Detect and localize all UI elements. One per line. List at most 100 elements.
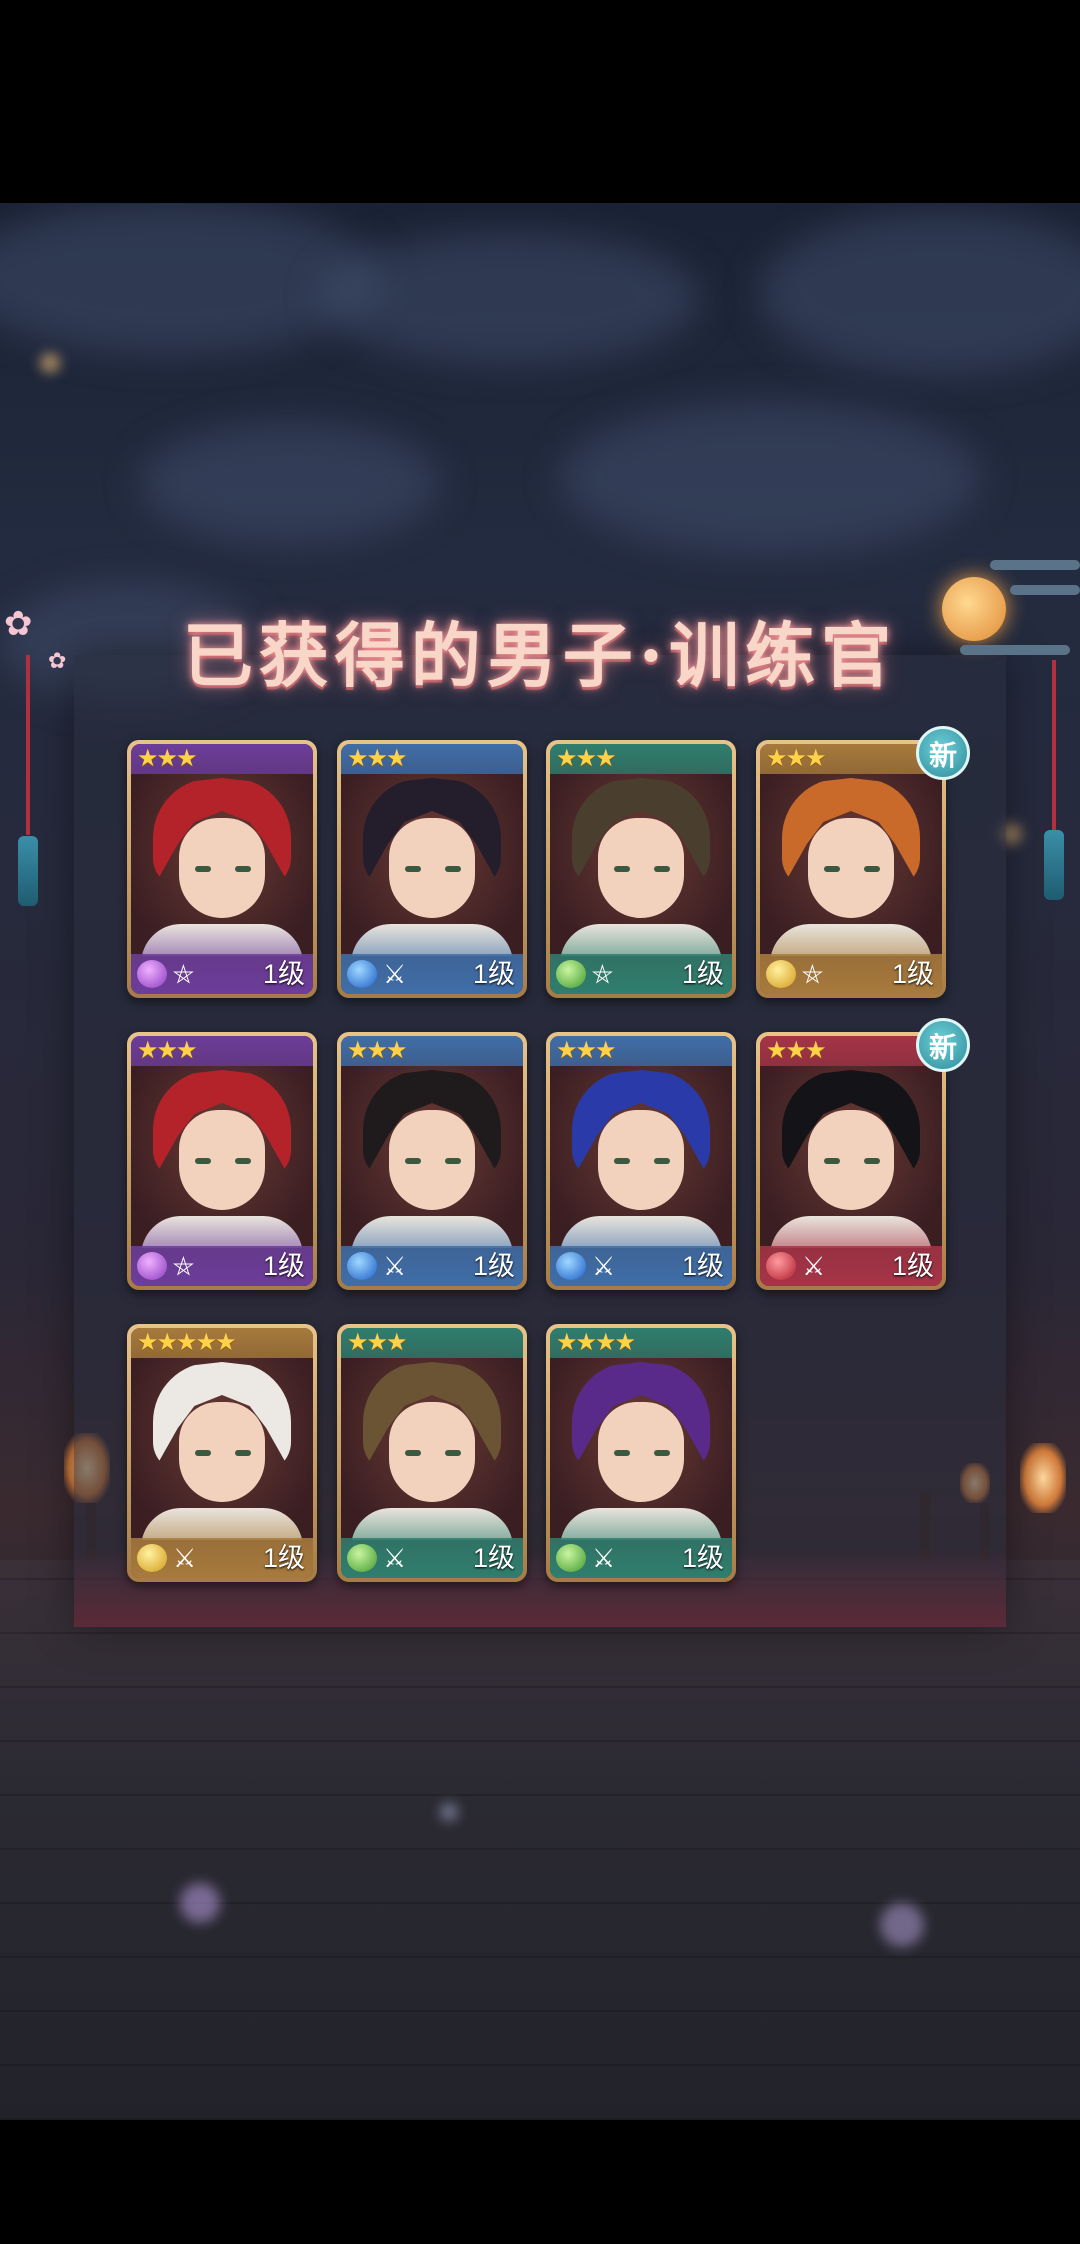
character-card[interactable]: ★★★ ⛤ 1级 [546, 740, 736, 998]
cloud-ornament [990, 560, 1080, 570]
blue-water-icon [347, 1252, 377, 1280]
gold-earth-icon [766, 960, 796, 988]
rarity-stars: ★★★ [347, 1329, 408, 1356]
card-frame: ★★★ ⛤ 1级 [760, 744, 942, 994]
rarity-stars: ★★★ [347, 745, 408, 772]
red-fire-icon [766, 1252, 796, 1280]
card-info-bar: ⚔ 1级 [760, 1246, 942, 1286]
pentagram-icon: ⛤ [173, 959, 194, 989]
cherry-blossom-icon: ✿ [48, 648, 67, 673]
character-portrait [550, 1066, 732, 1248]
level-label: 1级 [472, 1251, 515, 1281]
level-label: 1级 [472, 959, 515, 989]
level-label: 1级 [262, 1543, 305, 1573]
tassel-ornament-right [1044, 830, 1064, 900]
character-card[interactable]: ★★★ ⚔ 1级 [337, 1032, 527, 1290]
card-info-bar: ⛤ 1级 [131, 954, 313, 994]
rarity-stars: ★★★★★ [137, 1329, 237, 1356]
rarity-stars: ★★★ [556, 1037, 617, 1064]
tassel-right [1052, 660, 1056, 830]
character-portrait [131, 1066, 313, 1248]
character-card[interactable]: ★★★★★ ⚔ 1级 [127, 1324, 317, 1582]
card-frame: ★★★★★ ⚔ 1级 [131, 1328, 313, 1578]
cloud-ornament [1010, 585, 1080, 595]
green-leaf-icon [556, 960, 586, 988]
crossed-swords-icon: ⚔ [592, 1251, 616, 1281]
crossed-swords-icon: ⚔ [383, 1543, 407, 1573]
character-portrait [550, 1358, 732, 1540]
level-label: 1级 [681, 1543, 724, 1573]
crossed-swords-icon: ⚔ [383, 959, 407, 989]
rarity-bar: ★★★ [550, 1036, 732, 1066]
character-card[interactable]: ★★★★ ⚔ 1级 [546, 1324, 736, 1582]
tassel-left [26, 655, 30, 835]
rarity-stars: ★★★ [137, 745, 198, 772]
purple-crystal-icon [137, 1252, 167, 1280]
card-info-bar: ⚔ 1级 [341, 1246, 523, 1286]
moon-icon [942, 577, 1006, 641]
card-frame: ★★★ ⚔ 1级 [341, 1328, 523, 1578]
character-card[interactable]: ★★★ ⚔ 1级 [337, 1324, 527, 1582]
rarity-bar: ★★★ [760, 744, 942, 774]
character-card[interactable]: ★★★ ⛤ 1级 [127, 1032, 317, 1290]
level-label: 1级 [681, 959, 724, 989]
crossed-swords-icon: ⚔ [802, 1251, 826, 1281]
card-info-bar: ⛤ 1级 [760, 954, 942, 994]
character-card[interactable]: ★★★ ⛤ 1级 [127, 740, 317, 998]
rarity-stars: ★★★★ [556, 1329, 636, 1356]
page-title: 已获得的男子·训练官 [182, 614, 898, 697]
card-info-bar: ⚔ 1级 [550, 1538, 732, 1578]
crossed-swords-icon: ⚔ [173, 1543, 197, 1573]
rarity-stars: ★★★ [137, 1037, 198, 1064]
character-portrait [760, 774, 942, 956]
card-frame: ★★★ ⚔ 1级 [760, 1036, 942, 1286]
character-card[interactable]: ★★★ ⚔ 1级 [337, 740, 527, 998]
rarity-bar: ★★★ [760, 1036, 942, 1066]
new-badge: 新 [916, 1018, 970, 1072]
green-leaf-icon [556, 1544, 586, 1572]
character-portrait [131, 774, 313, 956]
card-frame: ★★★ ⛤ 1级 [550, 744, 732, 994]
card-info-bar: ⚔ 1级 [131, 1538, 313, 1578]
card-frame: ★★★ ⛤ 1级 [131, 1036, 313, 1286]
rarity-bar: ★★★ [131, 1036, 313, 1066]
character-card[interactable]: ★★★ ⚔ 1级 [756, 1032, 946, 1290]
card-frame: ★★★ ⚔ 1级 [550, 1036, 732, 1286]
blue-water-icon [347, 960, 377, 988]
card-frame: ★★★★ ⚔ 1级 [550, 1328, 732, 1578]
level-label: 1级 [262, 1251, 305, 1281]
blue-water-icon [556, 1252, 586, 1280]
rarity-bar: ★★★★ [550, 1328, 732, 1358]
purple-crystal-icon [137, 960, 167, 988]
gold-earth-icon [137, 1544, 167, 1572]
level-label: 1级 [681, 1251, 724, 1281]
crossed-swords-icon: ⚔ [592, 1543, 616, 1573]
green-leaf-icon [347, 1544, 377, 1572]
rarity-stars: ★★★ [766, 745, 827, 772]
tassel-ornament-left [18, 836, 38, 906]
level-label: 1级 [891, 1251, 934, 1281]
cherry-blossom-icon: ✿ [4, 605, 33, 643]
card-info-bar: ⚔ 1级 [341, 954, 523, 994]
character-portrait [341, 1358, 523, 1540]
card-info-bar: ⛤ 1级 [550, 954, 732, 994]
level-label: 1级 [472, 1543, 515, 1573]
rarity-bar: ★★★ [341, 1036, 523, 1066]
rarity-bar: ★★★ [550, 744, 732, 774]
rarity-bar: ★★★★★ [131, 1328, 313, 1358]
rarity-bar: ★★★ [341, 1328, 523, 1358]
card-frame: ★★★ ⚔ 1级 [341, 744, 523, 994]
new-badge: 新 [916, 726, 970, 780]
rarity-stars: ★★★ [766, 1037, 827, 1064]
pentagram-icon: ⛤ [802, 959, 823, 989]
rarity-stars: ★★★ [556, 745, 617, 772]
character-portrait [550, 774, 732, 956]
pentagram-icon: ⛤ [173, 1251, 194, 1281]
character-portrait [341, 774, 523, 956]
character-card[interactable]: ★★★ ⚔ 1级 [546, 1032, 736, 1290]
rarity-bar: ★★★ [341, 744, 523, 774]
rarity-stars: ★★★ [347, 1037, 408, 1064]
character-card[interactable]: ★★★ ⛤ 1级 [756, 740, 946, 998]
level-label: 1级 [262, 959, 305, 989]
card-frame: ★★★ ⚔ 1级 [341, 1036, 523, 1286]
